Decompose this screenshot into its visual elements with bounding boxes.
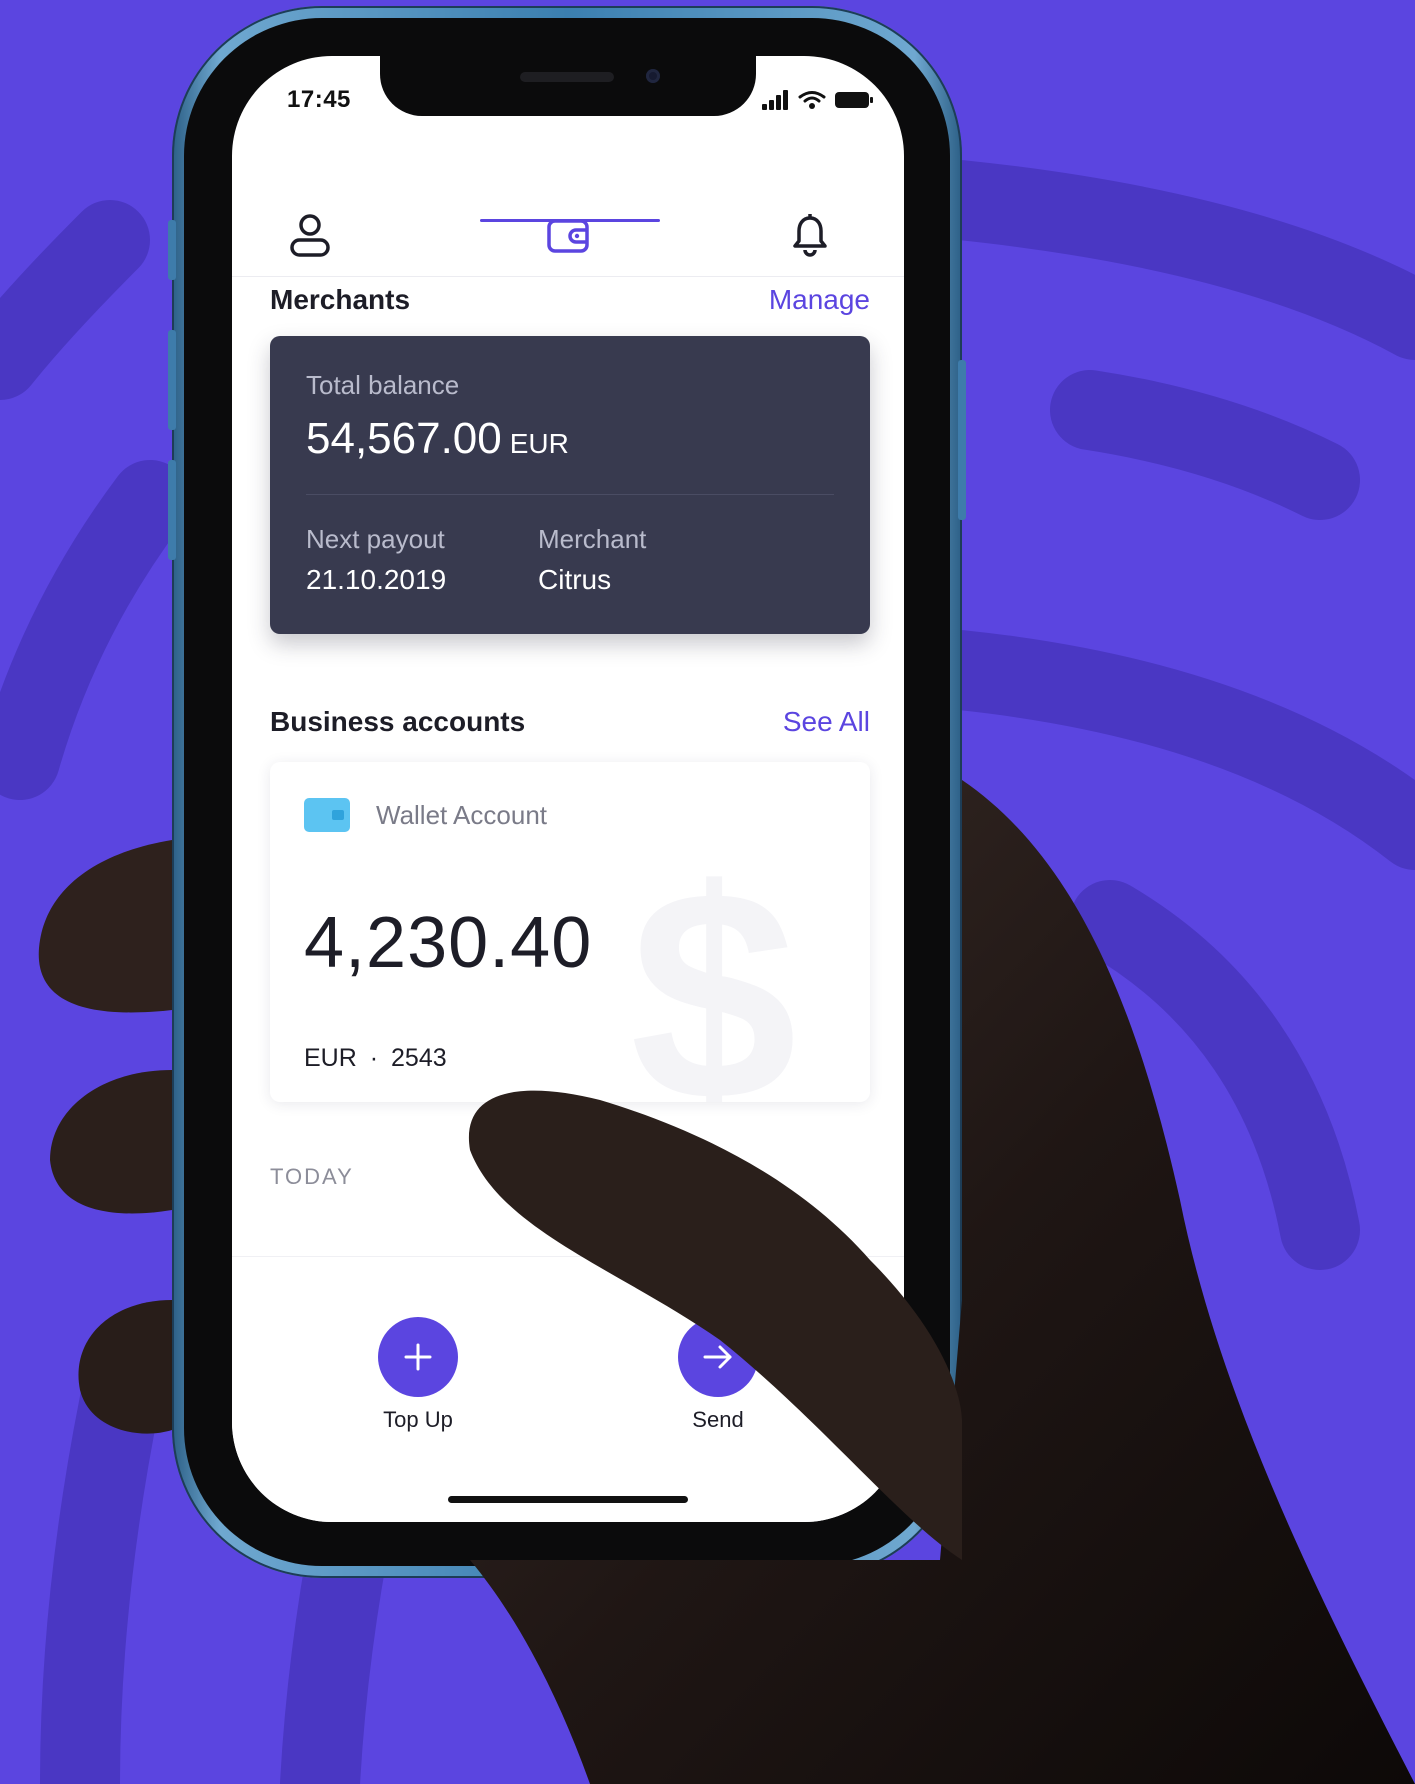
hand-silhouette [38,780,1415,1784]
